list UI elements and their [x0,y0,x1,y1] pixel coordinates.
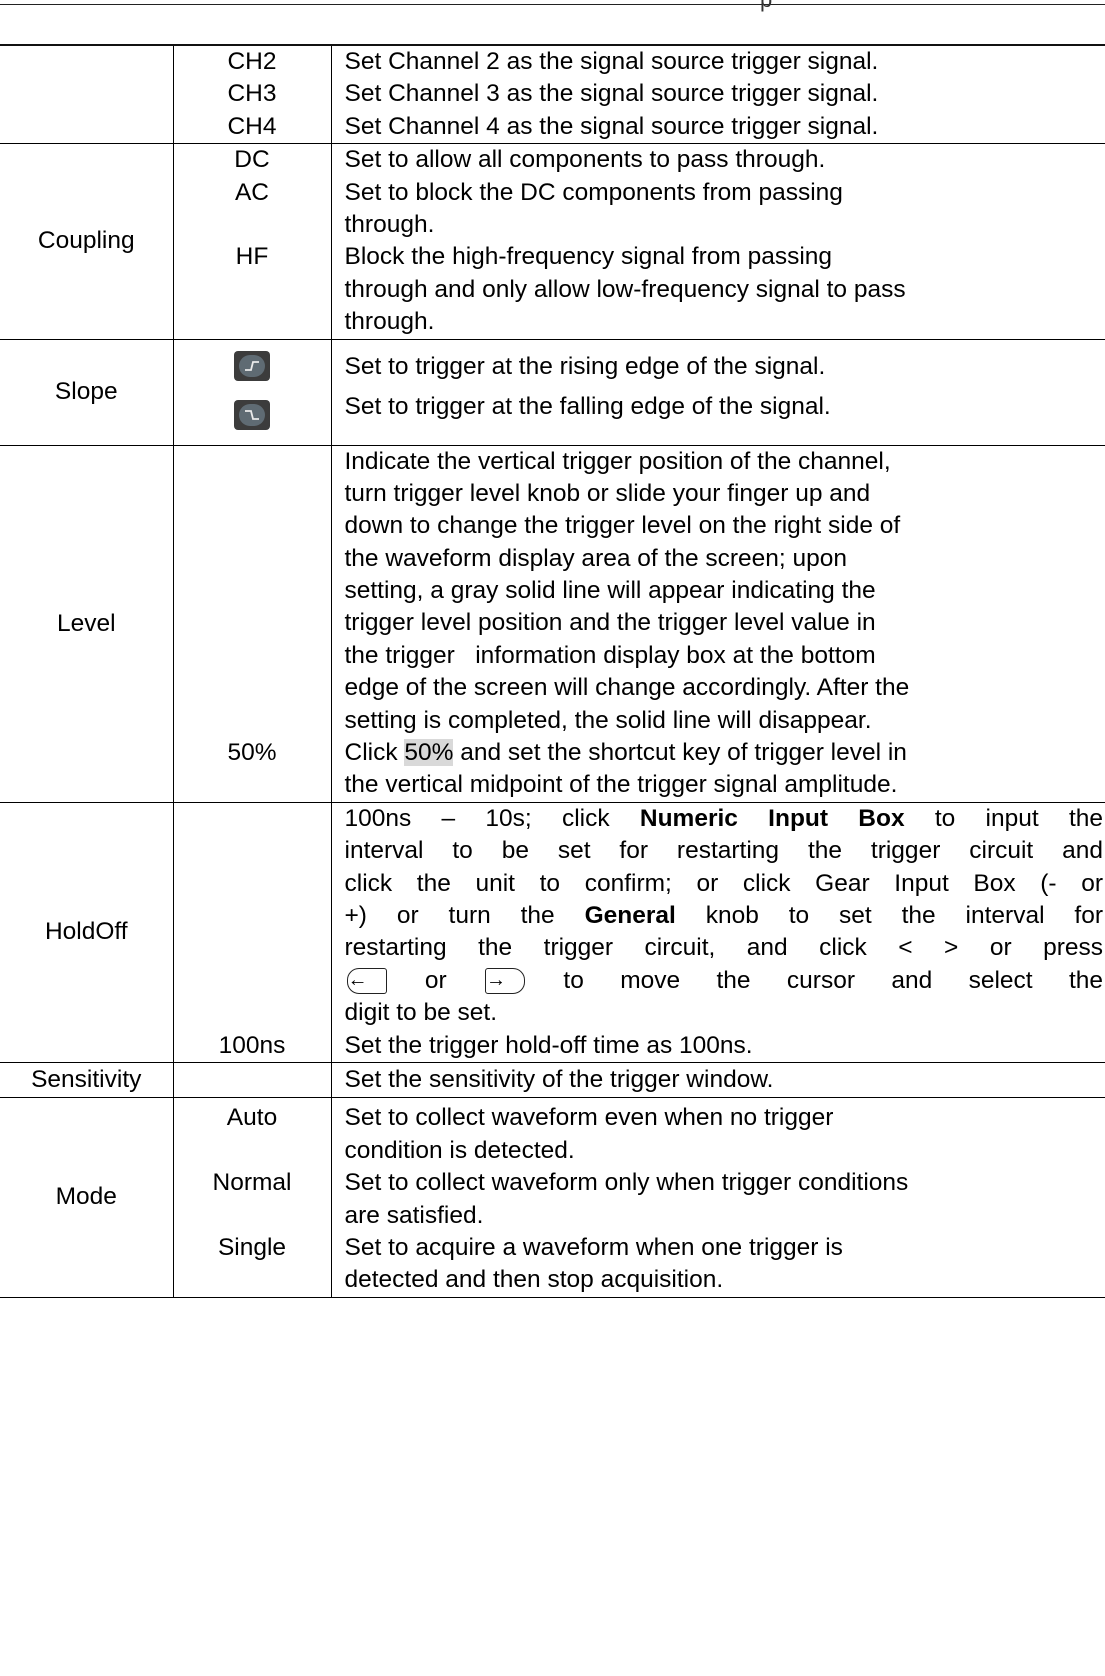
desc-single-line2: detected and then stop acquisition. [344,1266,724,1294]
param-slope: Slope [0,339,174,446]
desc-level-line: down to change the trigger level on the … [344,512,901,540]
header-fragment: p [760,0,772,13]
desc-sensitivity: Set the sensitivity of the trigger windo… [344,1066,774,1094]
desc-50-line1: Click 50% and set the shortcut key of tr… [344,739,907,767]
holdoff-line-5: restarting the trigger circuit, and clic… [344,934,1104,962]
general-knob-term: General [584,902,676,930]
desc-cell-holdoff: 100ns – 10s; click Numeric Input Box to … [330,802,1105,1064]
option-cell-coupling: DC AC HF [172,143,332,340]
option-hf: HF [235,243,269,271]
option-single: Single [217,1234,287,1262]
holdoff-line-1: 100ns – 10s; click Numeric Input Box to … [344,804,1104,832]
option-auto: Auto [226,1104,278,1132]
holdoff-line-8: Set the trigger hold-off time as 100ns. [344,1031,753,1059]
option-cell-holdoff: 100ns [172,802,332,1064]
table-row-mode: Mode Auto Normal Single Set to collect w… [0,1097,1105,1298]
param-holdoff: HoldOff [0,802,174,1064]
option-normal: Normal [212,1169,292,1197]
table-row-level: Level 50% Indicate the vertical trigger … [0,445,1105,803]
desc-falling: Set to trigger at the falling edge of th… [344,392,831,420]
option-100ns: 100ns [218,1031,286,1059]
table-row-slope: Slope Set to trigger at the rising edge … [0,339,1105,446]
option-cell-source: CH2 CH3 CH4 [172,46,332,145]
option-dc: DC [234,146,270,174]
desc-level-line: the waveform display area of the screen;… [344,544,848,572]
header-rule [0,4,1105,5]
left-arrow-key-icon: ← [346,968,387,995]
desc-ac-line2: through. [344,210,435,238]
option-cell-slope [172,339,332,446]
desc-ch3: Set Channel 3 as the signal source trigg… [344,80,879,108]
desc-normal-line1: Set to collect waveform only when trigge… [344,1169,909,1197]
table-row-source: CH2 CH3 CH4 Set Channel 2 as the signal … [0,46,1105,145]
desc-hf-line3: through. [344,308,435,336]
param-coupling: Coupling [0,143,174,340]
desc-cell-source: Set Channel 2 as the signal source trigg… [330,46,1105,145]
desc-ac-line1: Set to block the DC components from pass… [344,178,843,206]
desc-single-line1: Set to acquire a waveform when one trigg… [344,1234,843,1262]
desc-rising: Set to trigger at the rising edge of the… [344,352,826,380]
param-cell-source [0,46,174,145]
highlight-50-percent: 50% [404,739,454,767]
option-cell-sensitivity [172,1062,332,1099]
table-row-coupling: Coupling DC AC HF Set to allow all compo… [0,143,1105,340]
desc-cell-sensitivity: Set the sensitivity of the trigger windo… [330,1062,1105,1099]
option-ac: AC [234,178,270,206]
table-row-sensitivity: Sensitivity Set the sensitivity of the t… [0,1062,1105,1099]
desc-level-line: the trigger information display box at t… [344,641,876,669]
trigger-settings-table: CH2 CH3 CH4 Set Channel 2 as the signal … [0,46,1105,1298]
table-row-holdoff: HoldOff 100ns 100ns – 10s; click Numeric… [0,802,1105,1064]
desc-hf-line2: through and only allow low-frequency sig… [344,275,906,303]
holdoff-line-6: ← or → to move the cursor and select the [346,966,1104,995]
desc-auto-line2: condition is detected. [344,1136,575,1164]
desc-ch4: Set Channel 4 as the signal source trigg… [344,112,879,140]
desc-cell-slope: Set to trigger at the rising edge of the… [330,339,1105,446]
param-level: Level [0,445,174,803]
falling-edge-icon [234,399,270,430]
right-arrow-key-icon: → [485,968,526,995]
desc-cell-level: Indicate the vertical trigger position o… [330,445,1105,803]
rising-edge-icon [234,350,270,381]
option-50-percent: 50% [227,739,277,767]
desc-level-line: setting, a gray solid line will appear i… [344,577,876,605]
desc-level-line: setting is completed, the solid line wil… [344,706,872,734]
desc-level-line: Indicate the vertical trigger position o… [344,447,891,475]
option-ch2: CH2 [227,48,277,75]
holdoff-line-4: +) or turn the General knob to set the i… [344,902,1104,930]
desc-ch2: Set Channel 2 as the signal source trigg… [344,48,879,75]
desc-cell-mode: Set to collect waveform even when no tri… [330,1097,1105,1298]
desc-auto-line1: Set to collect waveform even when no tri… [344,1104,834,1132]
option-ch3: CH3 [227,80,277,108]
desc-dc: Set to allow all components to pass thro… [344,146,826,174]
param-mode: Mode [0,1097,174,1298]
desc-50-line2: the vertical midpoint of the trigger sig… [344,771,898,799]
param-sensitivity: Sensitivity [0,1062,174,1099]
holdoff-line-3: click the unit to confirm; or click Gear… [344,869,1104,897]
desc-level-line: turn trigger level knob or slide your fi… [344,479,871,507]
holdoff-line-2: interval to be set for restarting the tr… [344,837,1104,865]
numeric-input-box-term: Numeric Input Box [639,804,905,832]
option-cell-level: 50% [172,445,332,803]
desc-normal-line2: are satisfied. [344,1201,484,1229]
option-cell-mode: Auto Normal Single [172,1097,332,1298]
desc-hf-line1: Block the high-frequency signal from pas… [344,243,833,271]
desc-cell-coupling: Set to allow all components to pass thro… [330,143,1105,340]
desc-level-line: trigger level position and the trigger l… [344,609,876,637]
holdoff-line-7: digit to be set. [344,999,498,1027]
desc-level-line: edge of the screen will change according… [344,674,910,702]
option-ch4: CH4 [227,112,277,140]
